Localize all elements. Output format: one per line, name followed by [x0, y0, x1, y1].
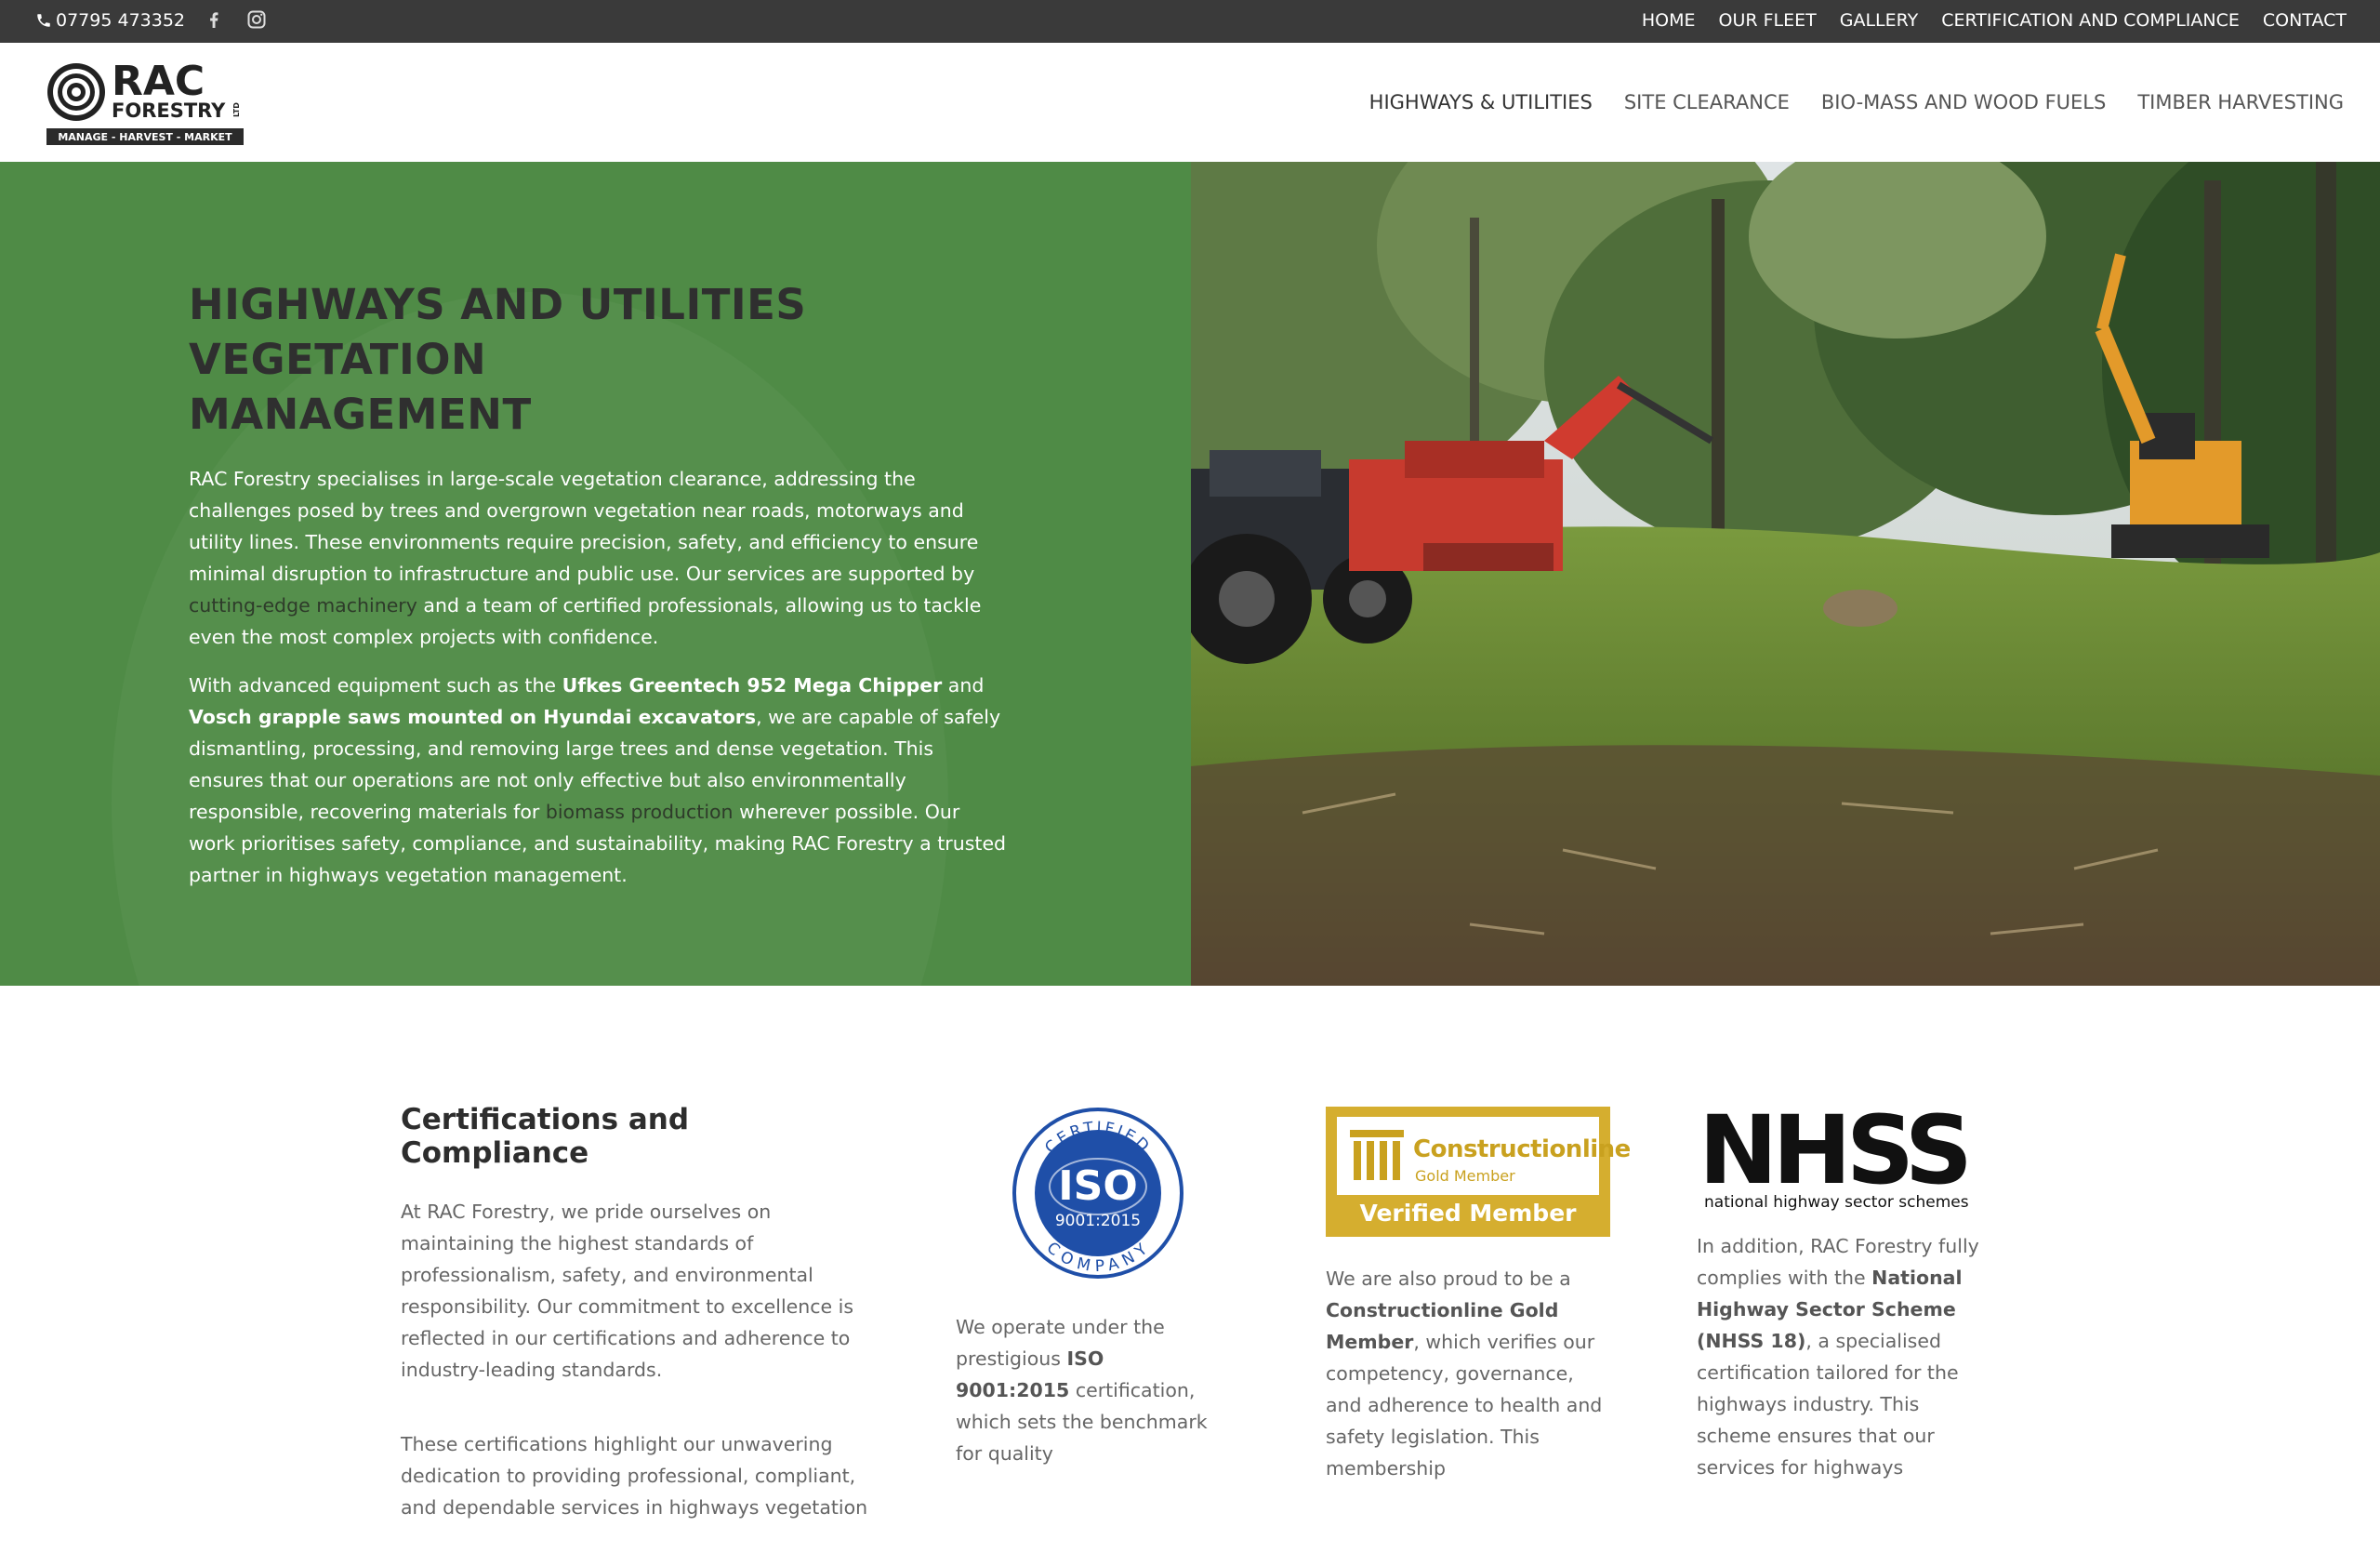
topnav-certification[interactable]: CERTIFICATION AND COMPLIANCE: [1941, 10, 2240, 31]
phone-number: 07795 473352: [56, 10, 186, 31]
nhss-certification: NHSS national highway sector schemes In …: [1697, 1095, 1985, 1483]
hero-text-panel: HIGHWAYS AND UTILITIES VEGETATION MANAGE…: [0, 162, 1191, 986]
cutting-edge-machinery-link[interactable]: cutting-edge machinery: [189, 594, 417, 617]
constructionline-description: We are also proud to be a Constructionli…: [1326, 1267, 1603, 1480]
nhss-logo: NHSS national highway sector schemes: [1699, 1095, 1973, 1212]
topnav-our-fleet[interactable]: OUR FLEET: [1718, 10, 1816, 31]
nav-site-clearance[interactable]: SITE CLEARANCE: [1624, 91, 1790, 113]
instagram-icon[interactable]: [245, 8, 268, 31]
biomass-production-link[interactable]: biomass production: [546, 801, 734, 823]
svg-text:9001:2015: 9001:2015: [1055, 1212, 1141, 1230]
nav-biomass-wood-fuels[interactable]: BIO-MASS AND WOOD FUELS: [1821, 91, 2106, 113]
topnav-home[interactable]: HOME: [1642, 10, 1696, 31]
social-links: [203, 8, 268, 31]
iso-description: We operate under the prestigious ISO 900…: [956, 1316, 1208, 1465]
hero-body: RAC Forestry specialises in large-scale …: [189, 463, 1007, 908]
certifications-heading: Certifications and Compliance: [401, 1103, 690, 1170]
main-navigation: HIGHWAYS & UTILITIES SITE CLEARANCE BIO-…: [1369, 91, 2344, 113]
phone-link[interactable]: 07795 473352: [35, 10, 185, 31]
svg-text:ISO: ISO: [1058, 1162, 1137, 1210]
site-header: RAC FORESTRY LTD MANAGE - HARVEST - MARK…: [0, 43, 2380, 162]
hero-paragraph: RAC Forestry specialises in large-scale …: [189, 468, 982, 648]
svg-text:MANAGE - HARVEST - MARKET: MANAGE - HARVEST - MARKET: [58, 131, 232, 143]
nav-timber-harvesting[interactable]: TIMBER HARVESTING: [2137, 91, 2344, 113]
tree-rings-icon: [47, 63, 105, 121]
iso-certification: CERTIFIED COMPANY ISO 9001:2015 We opera…: [956, 1107, 1216, 1469]
iso-9001-badge: CERTIFIED COMPANY ISO 9001:2015: [1012, 1108, 1183, 1279]
hero-photo-vegetation-clearance: [1191, 162, 2380, 986]
pillars-icon: [1350, 1130, 1404, 1180]
certifications-intro: Certifications and Compliance At RAC For…: [401, 1103, 884, 1566]
top-navigation: HOME OUR FLEET GALLERY CERTIFICATION AND…: [1642, 10, 2347, 31]
svg-text:RAC: RAC: [112, 58, 205, 105]
facebook-icon[interactable]: [203, 8, 225, 31]
svg-text:national highway sector scheme: national highway sector schemes: [1704, 1193, 1969, 1212]
constructionline-badge: Constructionline Gold Member Verified Me…: [1326, 1107, 1631, 1237]
title-line: VEGETATION: [189, 335, 487, 384]
svg-text:LTD: LTD: [232, 102, 241, 117]
certifications-paragraph: These certifications highlight our unwav…: [401, 1433, 868, 1519]
topnav-contact[interactable]: CONTACT: [2263, 10, 2347, 31]
title-line: MANAGEMENT: [189, 390, 532, 439]
topnav-gallery[interactable]: GALLERY: [1840, 10, 1919, 31]
nav-highways-utilities[interactable]: HIGHWAYS & UTILITIES: [1369, 91, 1593, 113]
constructionline-certification: Constructionline Gold Member Verified Me…: [1326, 1107, 1631, 1484]
svg-text:FORESTRY: FORESTRY: [112, 100, 226, 122]
page-title: HIGHWAYS AND UTILITIES VEGETATION MANAGE…: [189, 277, 840, 442]
top-bar: 07795 473352 HOME OUR FLEET GALLERY CERT…: [0, 0, 2380, 43]
phone-icon: [37, 14, 50, 27]
rac-forestry-logo[interactable]: RAC FORESTRY LTD MANAGE - HARVEST - MARK…: [45, 56, 245, 149]
title-line: HIGHWAYS AND UTILITIES: [189, 280, 807, 329]
svg-text:NHSS: NHSS: [1699, 1107, 1967, 1206]
hero-paragraph: With advanced equipment such as the Ufke…: [189, 674, 1007, 886]
nhss-description: In addition, RAC Forestry fully complies…: [1697, 1235, 1979, 1479]
certifications-paragraph: At RAC Forestry, we pride ourselves on m…: [401, 1201, 854, 1381]
